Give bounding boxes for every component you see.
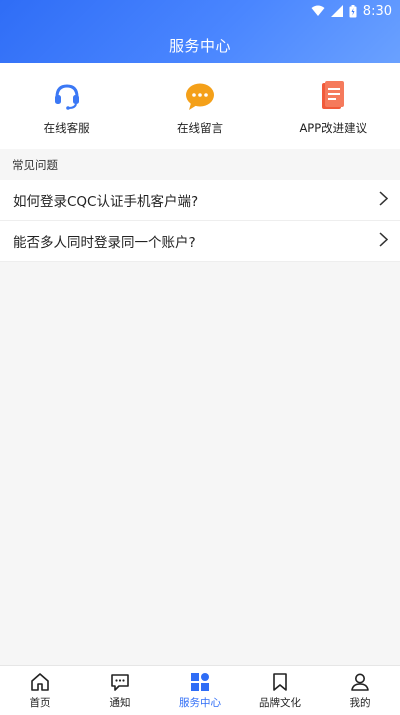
bottom-tab-bar: 首页 通知 服务中心 品牌文化 我的 — [0, 665, 400, 715]
headset-icon — [50, 79, 84, 113]
home-icon — [29, 671, 51, 693]
action-label: APP改进建议 — [299, 121, 368, 135]
chevron-right-icon — [379, 190, 389, 210]
chevron-right-icon — [379, 231, 389, 251]
tab-label: 服务中心 — [179, 697, 221, 709]
wifi-icon — [311, 5, 325, 17]
battery-icon — [349, 4, 357, 18]
faq-item-multi-login[interactable]: 能否多人同时登录同一个账户? — [0, 221, 400, 262]
faq-question: 能否多人同时登录同一个账户? — [13, 235, 196, 251]
action-label: 在线留言 — [176, 121, 223, 135]
app-improvement-suggestion-button[interactable]: APP改进建议 — [267, 63, 400, 149]
faq-section-title: 常见问题 — [12, 158, 58, 172]
quick-actions: 在线客服 在线留言 APP改进建议 — [0, 63, 400, 149]
user-icon — [349, 671, 371, 693]
faq-list: 如何登录CQC认证手机客户端? 能否多人同时登录同一个账户? — [0, 180, 400, 262]
tab-label: 首页 — [29, 697, 51, 709]
chat-bubble-icon — [183, 79, 217, 113]
message-icon — [109, 671, 131, 693]
document-icon — [316, 79, 350, 113]
tab-label: 我的 — [349, 697, 371, 709]
signal-icon — [330, 5, 343, 17]
tab-brand-culture[interactable]: 品牌文化 — [240, 666, 320, 715]
faq-question: 如何登录CQC认证手机客户端? — [13, 194, 199, 210]
tab-label: 品牌文化 — [259, 697, 301, 709]
tab-notifications[interactable]: 通知 — [80, 666, 160, 715]
header: 8:30 服务中心 — [0, 0, 400, 63]
faq-item-login[interactable]: 如何登录CQC认证手机客户端? — [0, 180, 400, 221]
grid-icon — [189, 671, 211, 693]
tab-label: 通知 — [109, 697, 131, 709]
online-message-button[interactable]: 在线留言 — [133, 63, 266, 149]
service-center-screen: 8:30 服务中心 在线客服 在线留言 APP改进建议 常见问题 如何登录CQC… — [0, 0, 400, 715]
tab-service-center[interactable]: 服务中心 — [160, 666, 240, 715]
tab-my[interactable]: 我的 — [320, 666, 400, 715]
tab-home[interactable]: 首页 — [0, 666, 80, 715]
bookmark-icon — [269, 671, 291, 693]
status-bar: 8:30 — [311, 2, 392, 20]
page-title: 服务中心 — [168, 37, 231, 55]
online-customer-service-button[interactable]: 在线客服 — [0, 63, 133, 149]
action-label: 在线客服 — [43, 121, 90, 135]
status-time: 8:30 — [362, 3, 392, 19]
